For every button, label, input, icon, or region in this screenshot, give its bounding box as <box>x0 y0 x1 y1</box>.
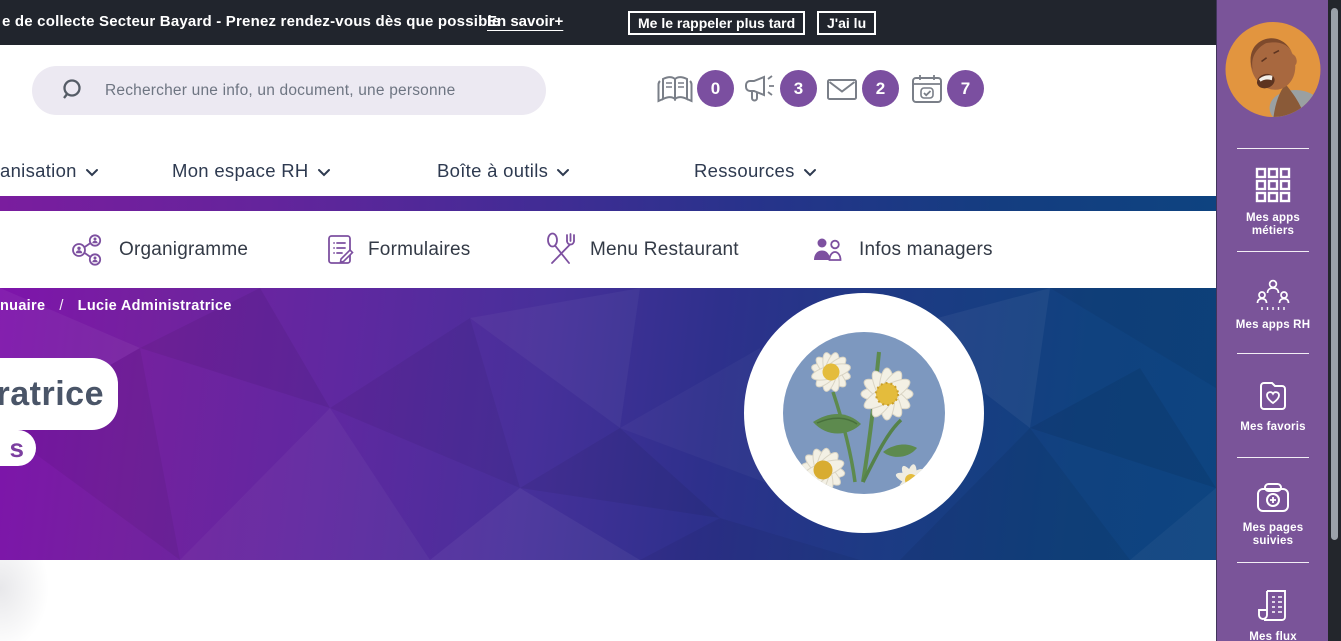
learn-more-link[interactable]: En savoir+ <box>487 13 563 30</box>
news-count-badge: 0 <box>697 70 734 107</box>
quick-links-bar: Organigramme Formulaires Menu Restaurant… <box>0 211 1216 288</box>
calendar-icon <box>909 71 945 107</box>
page-body <box>0 560 1216 641</box>
breadcrumb: nuaire / Lucie Administratrice <box>0 298 232 314</box>
breadcrumb-current: Lucie Administratrice <box>78 298 232 314</box>
profile-name-box: ratrice <box>0 358 118 430</box>
announcement-text: e de collecte Secteur Bayard - Prenez re… <box>2 13 500 30</box>
nav-item-mon-espace-rh[interactable]: Mon espace RH <box>172 145 331 196</box>
sidebar-divider <box>1237 562 1309 563</box>
news-icon <box>655 72 695 106</box>
folder-heart-icon <box>1255 378 1291 414</box>
quicklink-menu-restaurant[interactable]: Menu Restaurant <box>543 211 739 288</box>
sidebar-divider <box>1237 353 1309 354</box>
notif-events[interactable]: 7 <box>909 70 984 107</box>
scrollbar-track <box>1328 0 1341 641</box>
profile-photo <box>783 332 945 494</box>
user-avatar[interactable] <box>1225 22 1320 117</box>
quicklink-infos-managers[interactable]: Infos managers <box>810 211 993 288</box>
sidebar-divider <box>1237 457 1309 458</box>
quicklink-organigramme[interactable]: Organigramme <box>70 211 248 288</box>
profile-subtitle-fragment: s <box>10 433 24 464</box>
bag-plus-icon <box>1254 481 1292 515</box>
sidebar-item-mes-flux[interactable]: Mes flux <box>1217 586 1329 641</box>
card-shadow <box>0 560 90 641</box>
profile-photo-ring <box>744 293 984 533</box>
breadcrumb-separator: / <box>59 298 63 314</box>
sidebar-divider <box>1237 148 1309 149</box>
header: 0 3 2 7 <box>0 45 1216 145</box>
people-tree-icon <box>1254 278 1292 312</box>
restaurant-icon <box>543 232 577 268</box>
newspaper-icon <box>1254 586 1292 624</box>
events-count-badge: 7 <box>947 70 984 107</box>
search-icon <box>60 77 87 104</box>
remind-later-button[interactable]: Me le rappeler plus tard <box>628 11 805 35</box>
sidebar-divider <box>1237 251 1309 252</box>
notif-announcements[interactable]: 3 <box>742 70 817 107</box>
quicklink-formulaires[interactable]: Formulaires <box>325 211 471 288</box>
announcement-bar: e de collecte Secteur Bayard - Prenez re… <box>0 0 1216 45</box>
chevron-down-icon <box>803 168 817 177</box>
sidebar-item-mes-pages-suivies[interactable]: Mes pages suivies <box>1217 481 1329 548</box>
orgchart-icon <box>70 233 106 267</box>
apps-sidebar: Mes apps métiers Mes apps RH Mes favoris… <box>1216 0 1328 641</box>
managers-icon <box>810 234 846 266</box>
chevron-down-icon <box>556 168 570 177</box>
avatar-photo <box>1225 22 1320 117</box>
sidebar-item-mes-apps-rh[interactable]: Mes apps RH <box>1217 278 1329 332</box>
nav-item-boite-a-outils[interactable]: Boîte à outils <box>437 145 570 196</box>
apps-grid-icon <box>1253 165 1293 205</box>
sidebar-item-mes-apps-metiers[interactable]: Mes apps métiers <box>1217 165 1329 238</box>
mark-read-button[interactable]: J'ai lu <box>817 11 876 35</box>
notif-messages[interactable]: 2 <box>824 70 899 107</box>
announcements-count-badge: 3 <box>780 70 817 107</box>
nav-item-ressources[interactable]: Ressources <box>694 145 817 196</box>
accent-gradient-bar <box>0 196 1216 211</box>
sidebar-item-mes-favoris[interactable]: Mes favoris <box>1217 378 1329 434</box>
form-icon <box>325 233 355 267</box>
profile-name-fragment: ratrice <box>0 375 104 414</box>
profile-subtitle-box: s <box>0 430 36 466</box>
breadcrumb-parent[interactable]: nuaire <box>0 298 45 314</box>
chevron-down-icon <box>317 168 331 177</box>
scrollbar-thumb[interactable] <box>1331 8 1338 540</box>
search-bar[interactable] <box>32 66 546 115</box>
lowpoly-texture <box>0 288 1216 560</box>
profile-hero-banner: nuaire / Lucie Administratrice ratrice s <box>0 288 1216 560</box>
mail-icon <box>824 72 860 106</box>
nav-item-organisation[interactable]: anisation <box>0 145 99 196</box>
main-nav: anisation Mon espace RH Boîte à outils R… <box>0 145 1216 196</box>
notif-news[interactable]: 0 <box>655 70 734 107</box>
daisies-photo <box>783 332 945 494</box>
search-input[interactable] <box>105 82 525 100</box>
chevron-down-icon <box>85 168 99 177</box>
messages-count-badge: 2 <box>862 70 899 107</box>
megaphone-icon <box>742 71 778 107</box>
